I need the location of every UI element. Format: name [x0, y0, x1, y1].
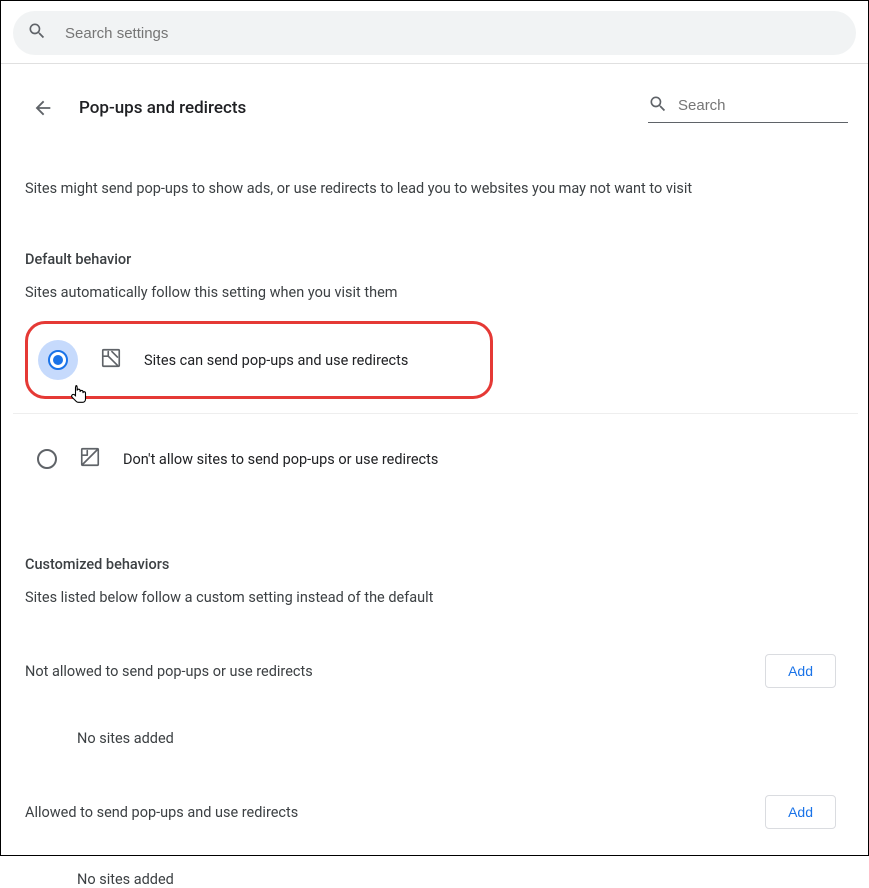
customized-title: Customized behaviors — [25, 556, 858, 573]
not-allowed-title: Not allowed to send pop-ups or use redir… — [25, 663, 313, 680]
default-behavior-subtitle: Sites automatically follow this setting … — [25, 284, 858, 301]
radio-label: Don't allow sites to send pop-ups or use… — [123, 451, 438, 468]
not-allowed-empty: No sites added — [77, 730, 858, 747]
allowed-row: Allowed to send pop-ups and use redirect… — [25, 795, 858, 829]
add-not-allowed-button[interactable]: Add — [765, 654, 836, 688]
search-icon — [27, 21, 47, 45]
default-behavior-title: Default behavior — [25, 251, 858, 268]
search-icon — [648, 94, 678, 118]
radio-button-selected[interactable] — [38, 340, 78, 380]
header-search[interactable] — [648, 94, 848, 123]
popup-block-icon — [79, 446, 101, 472]
header-search-input[interactable] — [678, 97, 848, 114]
option-divider — [13, 413, 858, 414]
top-search-input[interactable] — [65, 25, 842, 42]
allowed-title: Allowed to send pop-ups and use redirect… — [25, 804, 298, 821]
radio-button-unselected[interactable] — [37, 449, 57, 469]
page-description: Sites might send pop-ups to show ads, or… — [25, 180, 858, 197]
radio-option-allow[interactable]: Sites can send pop-ups and use redirects — [30, 326, 488, 394]
radio-label: Sites can send pop-ups and use redirects — [144, 352, 408, 369]
not-allowed-row: Not allowed to send pop-ups or use redir… — [25, 654, 858, 688]
cursor-pointer-icon — [68, 382, 88, 410]
highlighted-option: Sites can send pop-ups and use redirects — [25, 321, 493, 399]
divider — [1, 63, 868, 64]
add-allowed-button[interactable]: Add — [765, 795, 836, 829]
allowed-empty: No sites added — [77, 871, 858, 888]
popup-open-icon — [100, 347, 122, 373]
header-row: Pop-ups and redirects — [25, 84, 858, 132]
customized-subtitle: Sites listed below follow a custom setti… — [25, 589, 858, 606]
back-button[interactable] — [25, 90, 61, 126]
page-title: Pop-ups and redirects — [79, 98, 246, 118]
top-search-bar[interactable] — [13, 11, 856, 55]
radio-option-block[interactable]: Don't allow sites to send pop-ups or use… — [25, 432, 858, 486]
